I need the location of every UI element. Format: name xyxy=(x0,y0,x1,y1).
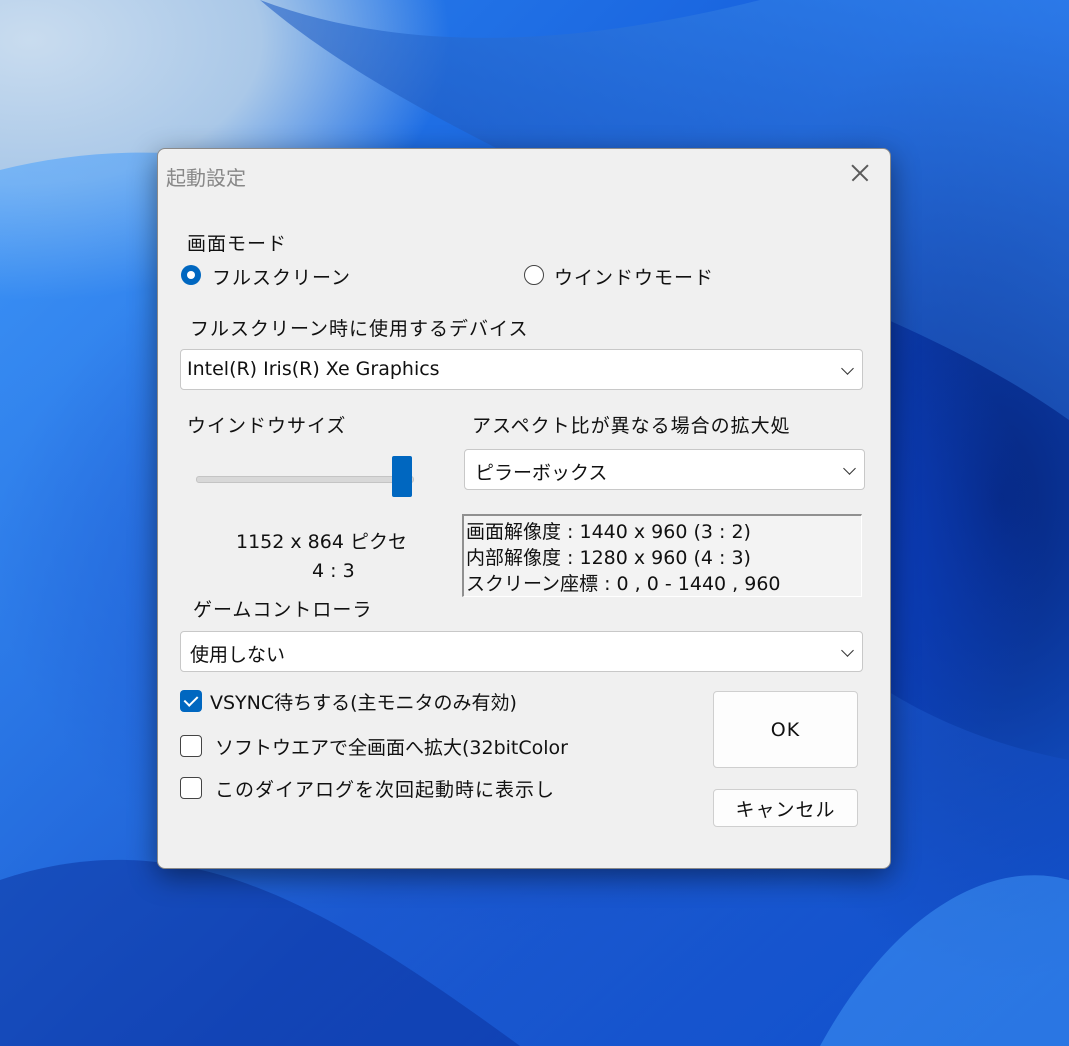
device-value: Intel(R) Iris(R) Xe Graphics xyxy=(187,358,440,380)
window-mode-radio-label[interactable]: ウインドウモード xyxy=(554,263,714,290)
title-bar: 起動設定 xyxy=(158,149,890,199)
window-size-slider-thumb[interactable] xyxy=(392,456,412,497)
aspect-value: ピラーボックス xyxy=(475,462,608,484)
vsync-checkbox[interactable] xyxy=(180,690,202,712)
device-label: フルスクリーン時に使用するデバイス xyxy=(190,318,529,340)
window-mode-radio[interactable] xyxy=(524,265,544,285)
controller-label: ゲームコントローラ xyxy=(193,599,373,621)
aspect-label: アスペクト比が異なる場合の拡大処 xyxy=(472,415,791,437)
ok-button[interactable]: OK xyxy=(713,691,858,768)
fullscreen-radio[interactable] xyxy=(181,265,201,285)
fullscreen-radio-label[interactable]: フルスクリーン xyxy=(212,263,351,290)
resolution-info-box: 画面解像度 : 1440 x 960 (3 : 2) 内部解像度 : 1280 … xyxy=(462,514,862,597)
window-size-label: ウインドウサイズ xyxy=(187,415,347,437)
dialog-title: 起動設定 xyxy=(166,166,246,190)
screen-coordinates-text: スクリーン座標 : 0 , 0 - 1440 , 960 xyxy=(466,573,781,595)
screen-mode-label: 画面モード xyxy=(187,233,288,255)
show-dialog-checkbox[interactable] xyxy=(180,777,202,799)
chevron-down-icon xyxy=(841,362,854,375)
software-scale-label[interactable]: ソフトウエアで全画面へ拡大(32bitColor xyxy=(215,733,568,760)
aspect-dropdown[interactable]: ピラーボックス xyxy=(464,449,865,490)
close-icon[interactable] xyxy=(840,157,880,189)
software-scale-checkbox[interactable] xyxy=(180,735,202,757)
show-dialog-label[interactable]: このダイアログを次回起動時に表示し xyxy=(215,775,555,802)
window-size-text: 1152 x 864 ピクセ xyxy=(236,531,407,553)
chevron-down-icon xyxy=(841,644,854,657)
cancel-button[interactable]: キャンセル xyxy=(713,789,858,827)
chevron-down-icon xyxy=(843,462,856,475)
controller-dropdown[interactable]: 使用しない xyxy=(180,631,863,672)
window-size-slider-track[interactable] xyxy=(196,476,414,483)
device-dropdown[interactable]: Intel(R) Iris(R) Xe Graphics xyxy=(180,349,863,390)
window-ratio-text: 4 : 3 xyxy=(312,560,355,582)
internal-resolution-text: 内部解像度 : 1280 x 960 (4 : 3) xyxy=(466,547,751,569)
screen-resolution-text: 画面解像度 : 1440 x 960 (3 : 2) xyxy=(466,521,751,543)
vsync-label[interactable]: VSYNC待ちする(主モニタのみ有効) xyxy=(210,688,517,715)
controller-value: 使用しない xyxy=(190,644,286,666)
startup-settings-dialog: 起動設定 画面モード フルスクリーン ウインドウモード フルスクリーン時に使用す… xyxy=(157,148,891,869)
